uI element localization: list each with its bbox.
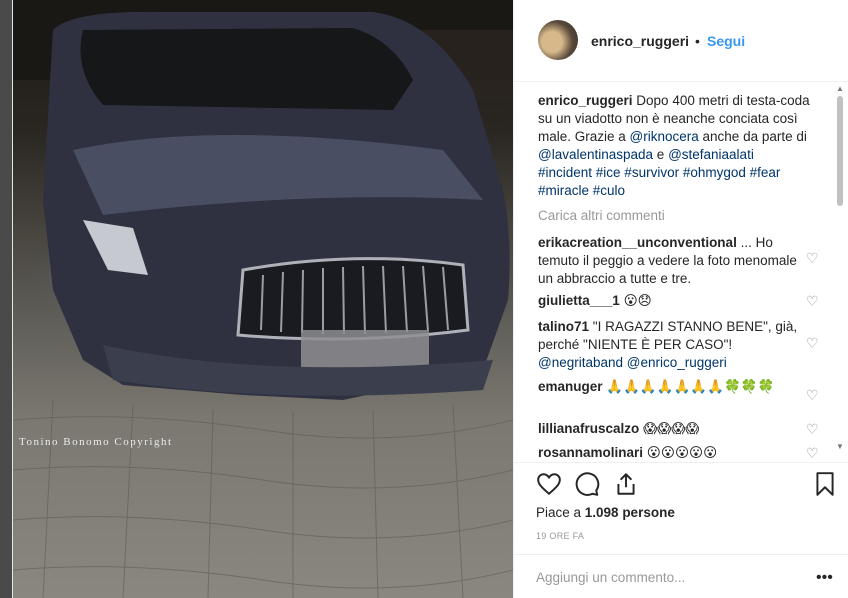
comment-like-heart-icon[interactable]: ♡ bbox=[806, 421, 819, 438]
scroll-thumb[interactable] bbox=[837, 96, 843, 206]
share-icon[interactable] bbox=[613, 471, 639, 497]
car-illustration bbox=[13, 0, 513, 598]
comment-username[interactable]: erikacreation__unconventional bbox=[538, 235, 737, 250]
backdrop-overlay bbox=[0, 0, 12, 598]
comment: emanuger 🙏🙏🙏🙏🙏🙏🙏🍀🍀🍀 bbox=[538, 378, 810, 396]
comment: lillianafruscalzo 😱😱😱😱 bbox=[538, 420, 810, 438]
caption-mention[interactable]: @stefaniaalati bbox=[668, 147, 754, 162]
post-header: enrico_ruggeri • Segui bbox=[514, 0, 848, 82]
bookmark-icon[interactable] bbox=[812, 471, 838, 497]
likes-prefix: Piace a bbox=[536, 505, 585, 520]
caption-username[interactable]: enrico_ruggeri bbox=[538, 93, 633, 108]
comment-like-heart-icon[interactable]: ♡ bbox=[806, 387, 819, 404]
comment-icon[interactable] bbox=[574, 471, 600, 497]
header-username[interactable]: enrico_ruggeri bbox=[591, 33, 689, 49]
add-comment-bar: ••• bbox=[514, 554, 848, 598]
post-actions: Piace a 1.098 persone 19 ORE FA bbox=[514, 462, 848, 554]
post-sidebar: enrico_ruggeri • Segui enrico_ruggeri Do… bbox=[513, 0, 848, 598]
comment-text: 😮😞 bbox=[623, 293, 652, 308]
post-caption: enrico_ruggeri Dopo 400 metri di testa-c… bbox=[538, 92, 810, 200]
comment: giulietta___1 😮😞 bbox=[538, 292, 810, 310]
comment-username[interactable]: emanuger bbox=[538, 379, 603, 394]
comment-mention[interactable]: @negritaband bbox=[538, 355, 623, 370]
comment-mention[interactable]: @enrico_ruggeri bbox=[627, 355, 727, 370]
post-timestamp[interactable]: 19 ORE FA bbox=[536, 531, 584, 541]
header-separator: • bbox=[695, 33, 700, 49]
comment-like-heart-icon[interactable]: ♡ bbox=[806, 293, 819, 310]
caption-hashtags[interactable]: #incident #ice #survivor #ohmygod #fear … bbox=[538, 165, 780, 198]
comments-scrollbar[interactable]: ▲ ▼ bbox=[834, 82, 846, 460]
comment-username[interactable]: rosannamolinari bbox=[538, 445, 643, 460]
follow-button[interactable]: Segui bbox=[707, 33, 745, 49]
comment: erikacreation__unconventional ... Ho tem… bbox=[538, 234, 810, 288]
photo-copyright: Tonino Bonomo Copyright bbox=[19, 436, 173, 448]
comment-like-heart-icon[interactable]: ♡ bbox=[806, 445, 819, 462]
comment: talino71 "I RAGAZZI STANNO BENE", già, p… bbox=[538, 318, 810, 372]
likes-number[interactable]: 1.098 persone bbox=[585, 505, 675, 520]
avatar[interactable] bbox=[538, 20, 578, 60]
caption-text: e bbox=[653, 147, 669, 162]
caption-mention[interactable]: @riknocera bbox=[630, 129, 699, 144]
scroll-up-arrow-icon[interactable]: ▲ bbox=[836, 84, 844, 93]
heart-icon[interactable] bbox=[536, 471, 562, 497]
comment-text: 🙏🙏🙏🙏🙏🙏🙏🍀🍀🍀 bbox=[606, 379, 775, 394]
post-photo: Tonino Bonomo Copyright bbox=[13, 0, 513, 598]
caption-text: anche da parte di bbox=[698, 129, 807, 144]
comment-input[interactable] bbox=[536, 567, 796, 587]
caption-mention[interactable]: @lavalentinaspada bbox=[538, 147, 653, 162]
comment: rosannamolinari 😮😮😮😮😮 bbox=[538, 444, 810, 462]
likes-count[interactable]: Piace a 1.098 persone bbox=[536, 505, 675, 520]
scroll-down-arrow-icon[interactable]: ▼ bbox=[836, 442, 844, 451]
comment-text: 😮😮😮😮😮 bbox=[646, 445, 718, 460]
post-modal: Tonino Bonomo Copyright enrico_ruggeri •… bbox=[12, 0, 848, 598]
comment-text: 😱😱😱😱 bbox=[643, 421, 700, 436]
comment-username[interactable]: giulietta___1 bbox=[538, 293, 620, 308]
load-more-comments-button[interactable]: Carica altri commenti bbox=[538, 208, 665, 223]
more-options-icon[interactable]: ••• bbox=[816, 569, 833, 587]
comments-list: enrico_ruggeri Dopo 400 metri di testa-c… bbox=[514, 82, 848, 462]
comment-username[interactable]: talino71 bbox=[538, 319, 589, 334]
comment-like-heart-icon[interactable]: ♡ bbox=[806, 250, 819, 267]
comment-like-heart-icon[interactable]: ♡ bbox=[806, 335, 819, 352]
comment-username[interactable]: lillianafruscalzo bbox=[538, 421, 639, 436]
